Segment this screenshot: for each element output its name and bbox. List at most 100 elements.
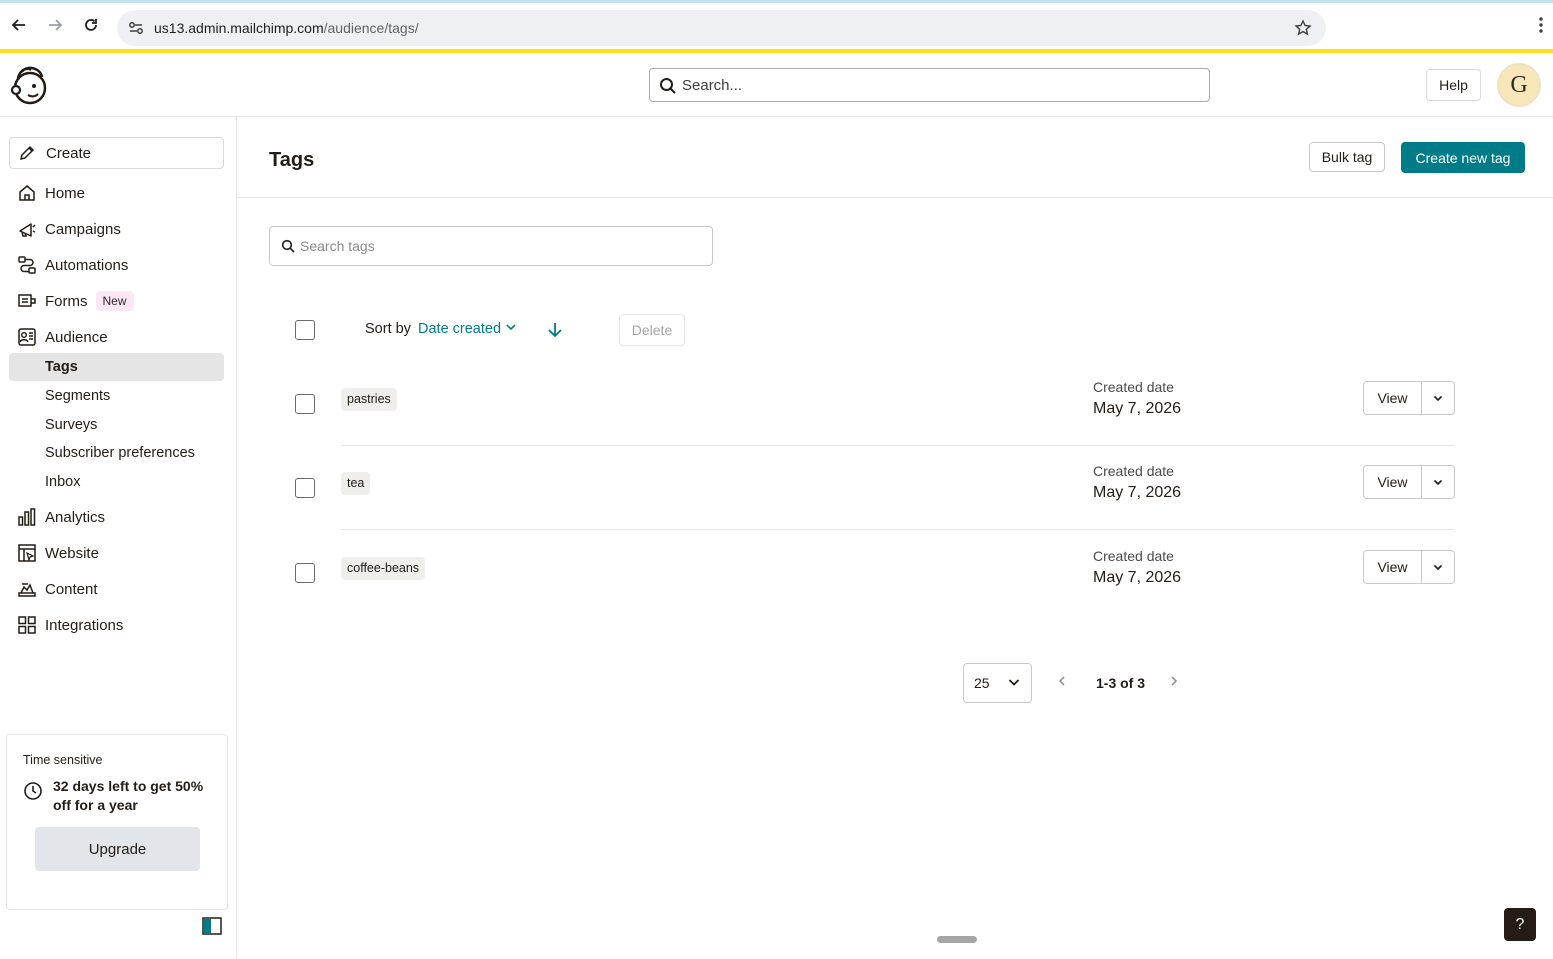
search-icon bbox=[281, 239, 295, 258]
tag-pill[interactable]: coffee-beans bbox=[341, 557, 426, 580]
pagination-range: 1-3 of 3 bbox=[1096, 675, 1146, 691]
sidebar-item-label: Website bbox=[45, 544, 99, 562]
sidebar-item-campaigns[interactable]: Campaigns bbox=[9, 215, 224, 243]
sidebar-sub-subscriber-preferences[interactable]: Subscriber preferences bbox=[9, 439, 224, 467]
delete-button[interactable]: Delete bbox=[619, 314, 685, 346]
created-date-value: May 7, 2026 bbox=[1093, 484, 1182, 501]
page-title: Tags bbox=[269, 149, 315, 171]
sidebar-item-label: Audience bbox=[45, 328, 108, 346]
help-button[interactable]: Help bbox=[1426, 69, 1481, 101]
previous-page-chevron-left-icon[interactable] bbox=[1057, 674, 1067, 693]
tag-search[interactable] bbox=[269, 226, 713, 266]
new-badge: New bbox=[95, 291, 134, 311]
sidebar-sub-segments[interactable]: Segments bbox=[9, 382, 224, 410]
website-icon bbox=[17, 543, 37, 563]
chevron-down-icon bbox=[1007, 675, 1021, 692]
sidebar-item-home[interactable]: Home bbox=[9, 179, 224, 207]
sidebar-item-label: Forms bbox=[45, 292, 88, 310]
sort-label: Sort by bbox=[365, 321, 411, 337]
sort-dropdown[interactable]: Date created bbox=[418, 321, 517, 337]
row-actions-chevron-down-icon[interactable] bbox=[1421, 550, 1455, 584]
select-all-checkbox[interactable] bbox=[295, 320, 315, 340]
row-actions-chevron-down-icon[interactable] bbox=[1421, 465, 1455, 499]
sidebar-item-analytics[interactable]: Analytics bbox=[9, 503, 224, 531]
row-checkbox[interactable] bbox=[295, 394, 315, 414]
sidebar-item-label: Content bbox=[45, 580, 98, 598]
upgrade-button[interactable]: Upgrade bbox=[35, 827, 200, 871]
view-button[interactable]: View bbox=[1363, 550, 1422, 584]
table-row: coffee-beans Created date May 7, 2026 Vi… bbox=[237, 531, 1553, 615]
table-row: tea Created date May 7, 2026 View bbox=[237, 446, 1553, 530]
bar-chart-icon bbox=[17, 507, 37, 527]
row-divider bbox=[341, 529, 1454, 530]
app-header: Help G bbox=[0, 53, 1553, 117]
row-checkbox[interactable] bbox=[295, 478, 315, 498]
global-search[interactable] bbox=[649, 68, 1210, 102]
sidebar-item-forms[interactable]: Forms New bbox=[9, 287, 224, 315]
sort-value: Date created bbox=[418, 321, 502, 337]
page-header: Tags Bulk tag Create new tag bbox=[237, 117, 1553, 198]
sidebar-item-label: Campaigns bbox=[45, 220, 121, 238]
sidebar-item-content[interactable]: Content bbox=[9, 575, 224, 603]
browser-menu-icon[interactable] bbox=[1539, 17, 1543, 38]
sidebar-item-automations[interactable]: Automations bbox=[9, 251, 224, 279]
resize-handle[interactable] bbox=[937, 936, 977, 943]
created-date-label: Created date bbox=[1093, 548, 1174, 564]
form-icon bbox=[17, 291, 37, 311]
pencil-icon bbox=[18, 144, 36, 162]
tag-pill[interactable]: pastries bbox=[341, 388, 397, 411]
global-search-input[interactable] bbox=[682, 69, 1202, 101]
url-path: /audience/tags/ bbox=[323, 20, 419, 36]
audience-icon bbox=[17, 327, 37, 347]
per-page-value: 25 bbox=[974, 675, 990, 691]
avatar[interactable]: G bbox=[1497, 63, 1541, 107]
sidebar-sub-inbox[interactable]: Inbox bbox=[9, 468, 224, 496]
upgrade-promo-card: Time sensitive 32 days left to get 50% o… bbox=[6, 734, 228, 910]
create-label: Create bbox=[46, 144, 92, 162]
view-button[interactable]: View bbox=[1363, 381, 1422, 415]
sidebar-sub-tags[interactable]: Tags bbox=[9, 353, 224, 381]
bookmark-star-icon[interactable] bbox=[1294, 19, 1312, 42]
created-date-label: Created date bbox=[1093, 379, 1174, 395]
sidebar-collapse-icon[interactable] bbox=[202, 917, 222, 940]
sidebar: Create Home Campaigns Automations Forms … bbox=[0, 117, 237, 959]
create-new-tag-button[interactable]: Create new tag bbox=[1401, 142, 1525, 173]
reload-icon[interactable] bbox=[81, 15, 101, 35]
forward-icon[interactable] bbox=[45, 15, 65, 35]
content-icon bbox=[17, 579, 37, 599]
row-checkbox[interactable] bbox=[295, 563, 315, 583]
clock-icon bbox=[23, 781, 43, 806]
tag-search-input[interactable] bbox=[300, 227, 700, 265]
sidebar-item-audience[interactable]: Audience bbox=[9, 323, 224, 351]
tag-pill[interactable]: tea bbox=[341, 472, 371, 495]
megaphone-icon bbox=[17, 219, 37, 239]
sort-direction-arrow-down-icon[interactable] bbox=[545, 320, 565, 345]
mailchimp-logo-icon[interactable] bbox=[10, 64, 50, 106]
search-icon bbox=[659, 77, 677, 100]
site-settings-icon[interactable] bbox=[127, 19, 145, 42]
bulk-tag-button[interactable]: Bulk tag bbox=[1309, 142, 1385, 172]
per-page-select[interactable]: 25 bbox=[963, 663, 1032, 703]
address-bar[interactable]: us13.admin.mailchimp.com/audience/tags/ bbox=[117, 10, 1326, 46]
created-date-label: Created date bbox=[1093, 463, 1174, 479]
created-date-value: May 7, 2026 bbox=[1093, 400, 1182, 417]
home-icon bbox=[17, 183, 37, 203]
grid-icon bbox=[17, 615, 37, 635]
browser-toolbar: us13.admin.mailchimp.com/audience/tags/ bbox=[0, 0, 1553, 50]
view-button[interactable]: View bbox=[1363, 465, 1422, 499]
url-host: us13.admin.mailchimp.com bbox=[154, 20, 324, 36]
create-button[interactable]: Create bbox=[9, 137, 224, 169]
sidebar-item-integrations[interactable]: Integrations bbox=[9, 611, 224, 639]
main-content: Tags Bulk tag Create new tag Sort by Dat… bbox=[237, 117, 1553, 959]
back-icon[interactable] bbox=[9, 15, 29, 35]
sidebar-item-website[interactable]: Website bbox=[9, 539, 224, 567]
sidebar-sub-surveys[interactable]: Surveys bbox=[9, 411, 224, 439]
sidebar-item-label: Home bbox=[45, 184, 86, 202]
row-actions-chevron-down-icon[interactable] bbox=[1421, 381, 1455, 415]
promo-message: 32 days left to get 50% off for a year bbox=[53, 778, 204, 813]
created-date-value: May 7, 2026 bbox=[1093, 569, 1182, 586]
sidebar-item-label: Automations bbox=[45, 256, 129, 274]
next-page-chevron-right-icon[interactable] bbox=[1169, 674, 1179, 693]
promo-eyebrow: Time sensitive bbox=[23, 753, 103, 767]
help-fab-button[interactable]: ? bbox=[1504, 908, 1536, 941]
